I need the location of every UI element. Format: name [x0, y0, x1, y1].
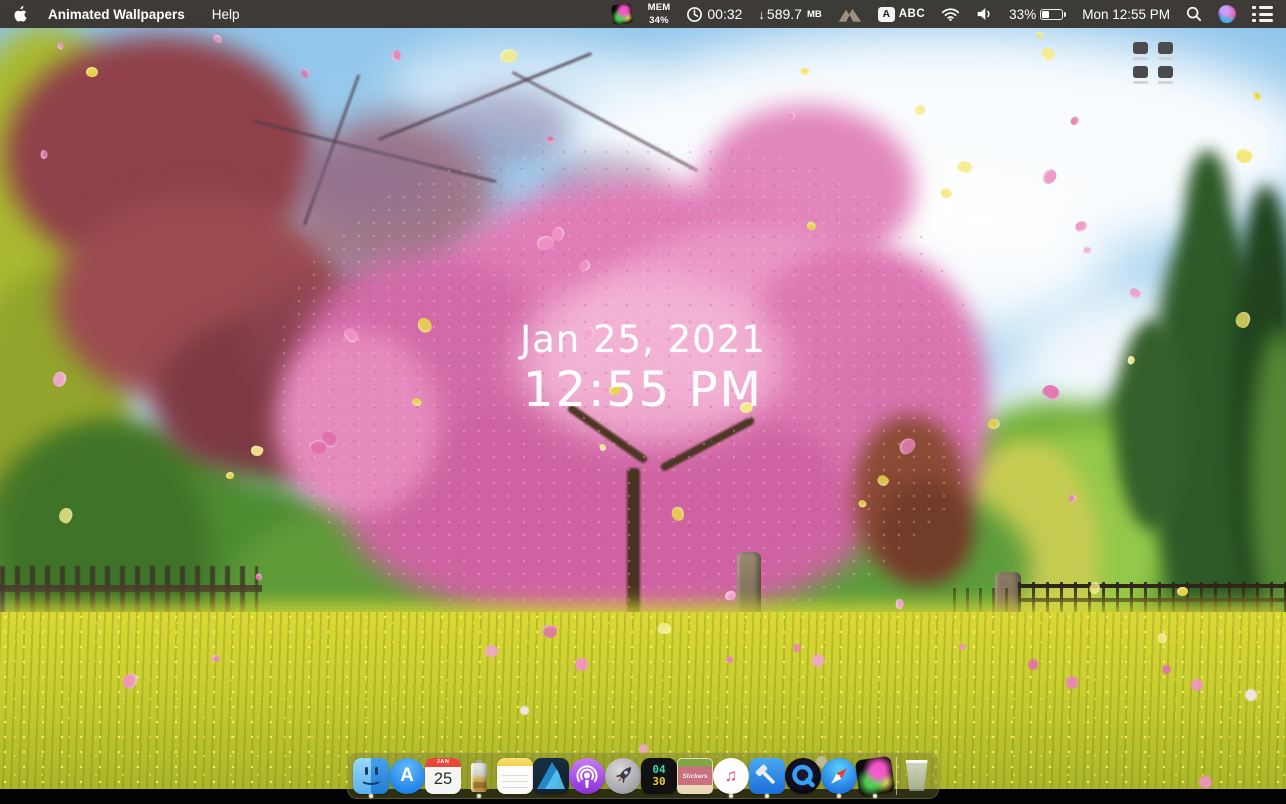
wallpaper-shape: [440, 90, 570, 165]
apple-icon: [14, 5, 27, 22]
quicktime-icon: [785, 757, 821, 794]
stopwatch-value: 00:32: [707, 6, 743, 22]
statusbar-wifi[interactable]: [941, 7, 960, 21]
spotlight-search[interactable]: [1186, 6, 1202, 22]
dock: A JAN 25 04 30 Stickers ♫: [347, 752, 939, 799]
siri-menu[interactable]: [1218, 5, 1236, 23]
dock-item-quicktime[interactable]: [785, 752, 821, 799]
overlay-date: Jan 25, 2021: [520, 318, 766, 361]
dock-item-notes[interactable]: [497, 752, 533, 799]
dock-item-trash[interactable]: [900, 752, 933, 799]
calendar-icon: JAN 25: [425, 757, 461, 794]
input-source-label: ABC: [898, 8, 926, 20]
menu-bar: Animated Wallpapers Help MEM 34% 00:32 ↓: [0, 0, 1286, 28]
running-indicator: [369, 794, 373, 798]
grid-widget-cell: [1158, 66, 1173, 84]
running-indicator: [729, 794, 733, 798]
wifi-icon: [942, 8, 960, 21]
xcode-icon: [749, 757, 785, 794]
desktop-grid-widget[interactable]: [1133, 42, 1173, 84]
notification-center[interactable]: [1252, 6, 1273, 22]
dock-item-stickers[interactable]: Stickers: [677, 752, 713, 799]
statusbar-input-source[interactable]: A ABC: [877, 6, 926, 22]
fence-left-rail: [0, 585, 262, 592]
iron-fence-rail: [1018, 584, 1286, 588]
input-source-icon: A: [877, 6, 895, 22]
memory-label: MEM: [647, 1, 671, 13]
statusbar-wallpapers-app[interactable]: [610, 2, 633, 26]
affinity-designer-icon: [533, 757, 569, 794]
stickers-icon: Stickers: [677, 757, 713, 794]
trash-icon: [905, 760, 928, 791]
dock-item-battery-monitor[interactable]: [461, 752, 497, 799]
memory-value: 34%: [649, 15, 669, 26]
running-indicator: [837, 794, 841, 798]
dock-item-safari[interactable]: [821, 752, 857, 799]
running-indicator: [477, 794, 481, 798]
desktop-screen: Jan 25, 2021 12:55 PM Animated Wallpaper…: [0, 0, 1286, 804]
dock-item-timer[interactable]: 04 30: [641, 752, 677, 799]
speaker-icon: [977, 8, 990, 20]
statusbar-volume[interactable]: [976, 7, 993, 21]
wallpaper-shape: [878, 480, 973, 585]
dock-item-affinity-designer[interactable]: [533, 752, 569, 799]
download-arrow-icon: ↓: [758, 6, 765, 22]
overlay-time: 12:55 PM: [523, 362, 763, 418]
petal: [299, 68, 310, 80]
menu-help[interactable]: Help: [212, 7, 240, 22]
rocket-icon: [605, 757, 641, 794]
dock-item-rocket[interactable]: [605, 752, 641, 799]
list-icon: [1252, 19, 1273, 22]
notes-icon: [497, 757, 533, 794]
battery-nub: [1064, 11, 1067, 17]
siri-icon: [1218, 5, 1236, 23]
dock-item-podcasts[interactable]: [569, 752, 605, 799]
petal: [390, 49, 402, 62]
timer-icon: 04 30: [641, 757, 677, 794]
running-indicator: [873, 794, 877, 798]
running-indicator: [765, 794, 769, 798]
list-icon: [1252, 6, 1273, 9]
iron-fence-rail: [1018, 598, 1286, 602]
apple-menu[interactable]: [13, 5, 28, 23]
battery-app-icon: [461, 758, 497, 794]
fireworks-icon: [610, 2, 633, 26]
clock-icon: [687, 6, 703, 22]
download-value: 589.7: [766, 6, 802, 22]
dock-separator: [893, 752, 900, 799]
dock-item-music[interactable]: ♫: [713, 752, 749, 799]
grid-widget-cell: [1133, 42, 1148, 60]
dock-item-calendar[interactable]: JAN 25: [425, 752, 461, 799]
statusbar-stopwatch[interactable]: 00:32: [686, 6, 742, 23]
app-store-icon: A: [389, 757, 425, 794]
music-icon: ♫: [713, 757, 749, 794]
fireworks-app-icon: [854, 755, 896, 796]
app-menu-title[interactable]: Animated Wallpapers: [48, 7, 185, 22]
grid-widget-cell: [1133, 66, 1148, 84]
grid-widget-cell: [1158, 42, 1173, 60]
podcasts-icon: [569, 757, 605, 794]
download-unit: MB: [806, 8, 822, 20]
statusbar-clock[interactable]: Mon 12:55 PM: [1082, 7, 1170, 22]
battery-icon: [1040, 8, 1064, 20]
dock-item-animated-wallpapers[interactable]: [854, 752, 896, 799]
dock-item-app-store[interactable]: A: [389, 752, 425, 799]
safari-icon: [821, 757, 857, 794]
statusbar-mountain-app[interactable]: [838, 6, 862, 23]
list-icon: [1252, 12, 1273, 16]
dock-item-finder[interactable]: [353, 752, 389, 799]
battery-percent: 33%: [1009, 6, 1037, 22]
finder-icon: [353, 757, 389, 794]
wallpaper-clock-overlay: Jan 25, 2021 12:55 PM: [0, 318, 1286, 418]
wallpaper-shape: [300, 140, 440, 220]
statusbar-memory[interactable]: MEM 34%: [647, 1, 671, 26]
statusbar-network[interactable]: ↓ 589.7 MB: [758, 6, 821, 22]
mountain-icon: [838, 8, 861, 22]
search-icon: [1186, 6, 1202, 22]
statusbar-battery[interactable]: 33%: [1009, 6, 1067, 22]
dock-item-xcode[interactable]: [749, 752, 785, 799]
